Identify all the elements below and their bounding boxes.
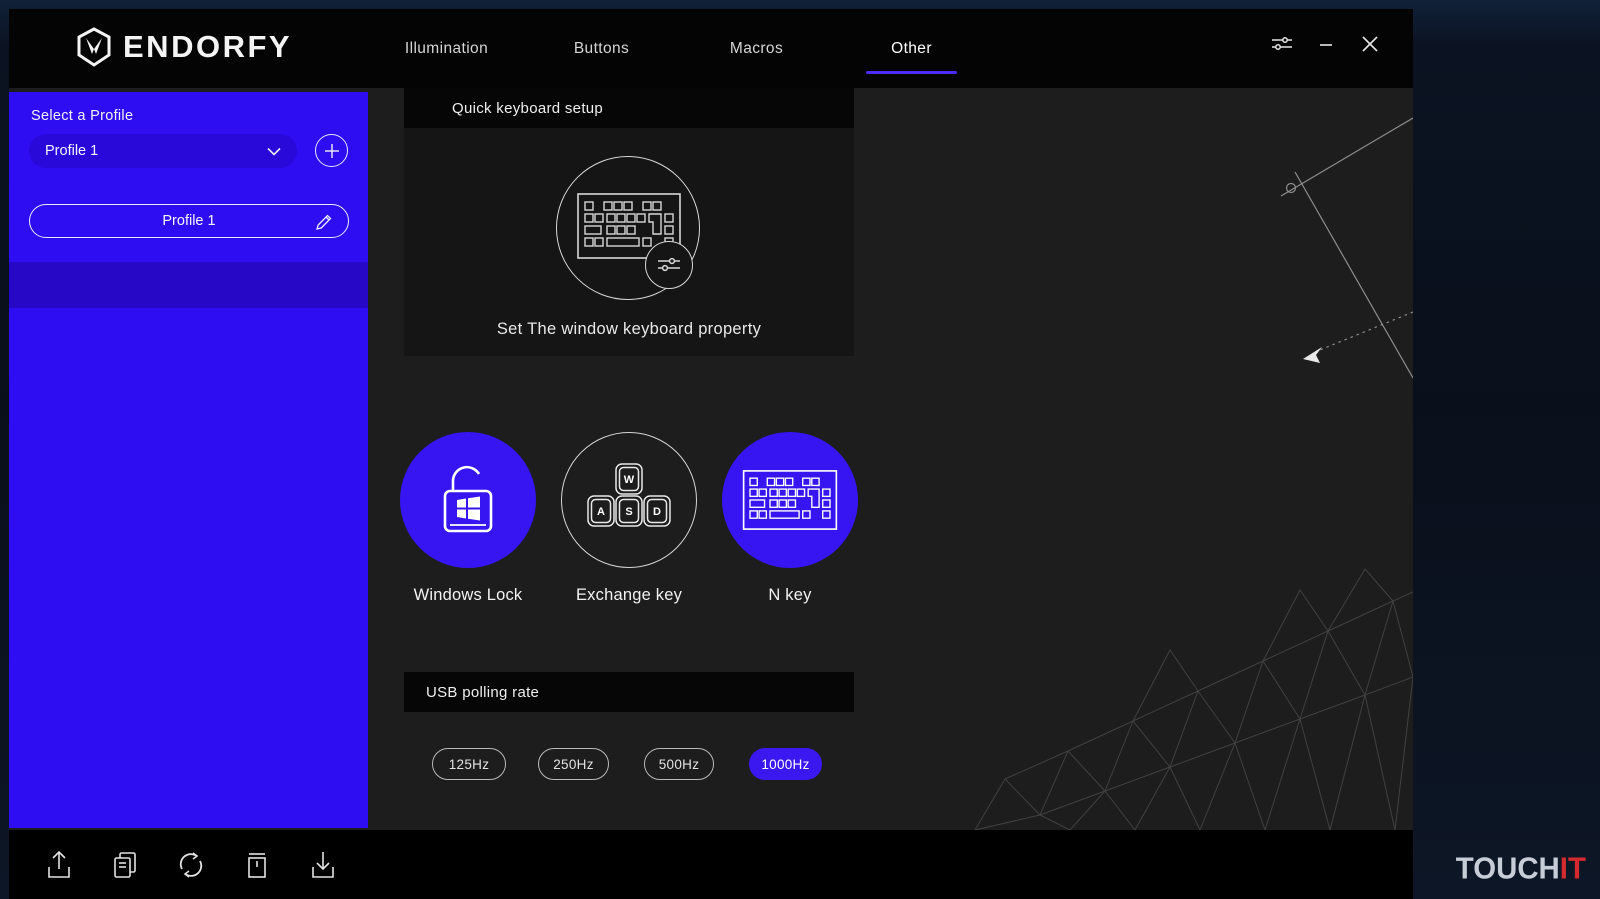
plus-icon xyxy=(324,143,340,159)
import-profile-button[interactable] xyxy=(307,847,339,883)
chevron-down-icon xyxy=(267,147,281,156)
edit-pencil-icon[interactable] xyxy=(314,212,334,232)
exchange-key-label: Exchange key xyxy=(561,586,697,605)
keyboard-setup-button[interactable] xyxy=(556,156,700,300)
copy-profile-button[interactable] xyxy=(109,847,141,883)
polling-rate-options: 125Hz 250Hz 500Hz 1000Hz xyxy=(404,748,854,780)
app-header: ENDORFY Illumination Buttons Macros Othe… xyxy=(9,9,1413,88)
trash-icon xyxy=(243,849,271,881)
window-controls xyxy=(1271,33,1381,55)
polling-1000hz-button[interactable]: 1000Hz xyxy=(749,748,822,780)
app-window: ENDORFY Illumination Buttons Macros Othe… xyxy=(9,9,1413,899)
quick-setup-caption: Set The window keyboard property xyxy=(404,320,854,339)
polling-250hz-button[interactable]: 250Hz xyxy=(538,748,609,780)
profile-dropdown-value: Profile 1 xyxy=(45,143,267,159)
arrow-cursor-decoration xyxy=(1303,347,1322,363)
reset-sync-button[interactable] xyxy=(175,847,207,883)
n-key-label: N key xyxy=(722,586,858,605)
exchange-key-button[interactable]: W A S D Exchange key xyxy=(561,432,697,605)
watermark-touch: TOUCH xyxy=(1456,851,1560,885)
copy-icon xyxy=(110,849,140,881)
windows-lock-button[interactable]: Windows Lock xyxy=(400,432,536,605)
profile-sidebar: Select a Profile Profile 1 Profile 1 xyxy=(9,92,368,828)
key-w-label: W xyxy=(624,474,635,486)
wasd-keys-icon: W A S D xyxy=(583,460,675,540)
sliders-icon xyxy=(657,256,681,274)
profile-item-label: Profile 1 xyxy=(162,213,215,229)
windows-lock-label: Windows Lock xyxy=(400,586,536,605)
key-s-label: S xyxy=(625,506,632,518)
close-button[interactable] xyxy=(1359,33,1381,55)
main-navigation: Illumination Buttons Macros Other xyxy=(369,9,989,88)
brand-name: ENDORFY xyxy=(123,29,292,65)
download-icon xyxy=(308,849,338,881)
profile-item[interactable]: Profile 1 xyxy=(29,204,349,238)
quick-setup-panel: Set The window keyboard property xyxy=(404,128,854,356)
windows-lock-icon xyxy=(435,461,501,539)
bottom-toolbar xyxy=(9,830,1413,899)
keyboard-settings-badge xyxy=(645,241,693,289)
tab-other[interactable]: Other xyxy=(834,32,989,66)
settings-sliders-icon[interactable] xyxy=(1271,33,1293,55)
key-d-label: D xyxy=(653,506,661,518)
select-profile-label: Select a Profile xyxy=(31,108,133,124)
export-profile-button[interactable] xyxy=(43,847,75,883)
tab-illumination[interactable]: Illumination xyxy=(369,32,524,66)
tab-macros[interactable]: Macros xyxy=(679,32,834,66)
tab-buttons[interactable]: Buttons xyxy=(524,32,679,66)
key-a-label: A xyxy=(597,506,605,518)
brand-logo: ENDORFY xyxy=(75,27,292,67)
polling-500hz-button[interactable]: 500Hz xyxy=(644,748,714,780)
n-key-keyboard-icon xyxy=(742,470,838,530)
touchit-watermark: TOUCHIT xyxy=(1456,851,1586,886)
minimize-button[interactable] xyxy=(1315,33,1337,55)
watermark-it: IT xyxy=(1560,851,1586,885)
profile-dropdown[interactable]: Profile 1 xyxy=(29,134,297,168)
n-key-button[interactable]: N key xyxy=(722,432,858,605)
keyboard-actions: Windows Lock W A S xyxy=(404,432,854,612)
quick-setup-header: Quick keyboard setup xyxy=(404,88,854,128)
polling-125hz-button[interactable]: 125Hz xyxy=(432,748,506,780)
upload-icon xyxy=(44,849,74,881)
polling-rate-header: USB polling rate xyxy=(404,672,854,712)
sync-icon xyxy=(175,849,207,881)
add-profile-button[interactable] xyxy=(315,134,348,167)
delete-profile-button[interactable] xyxy=(241,847,273,883)
endorfy-shield-icon xyxy=(75,27,113,67)
profile-list-row[interactable] xyxy=(9,262,368,308)
